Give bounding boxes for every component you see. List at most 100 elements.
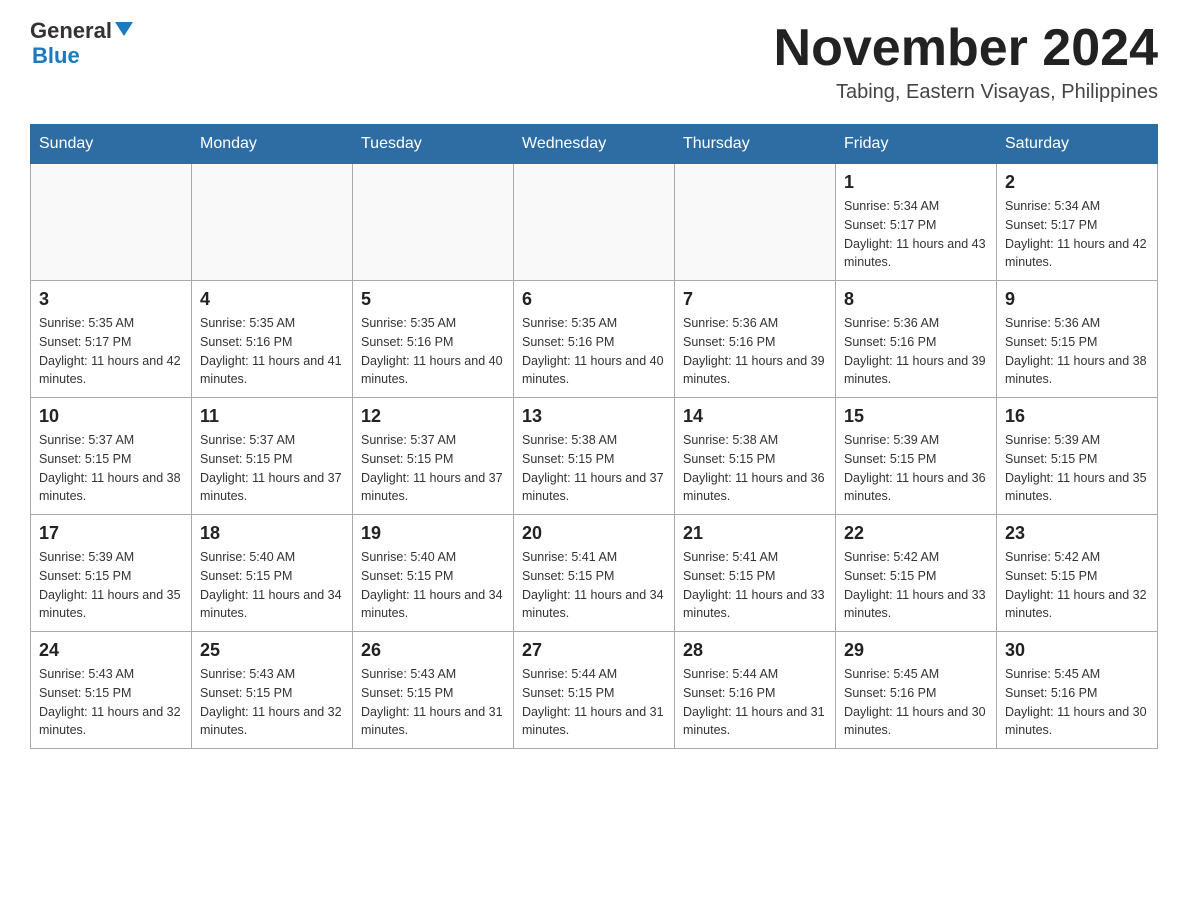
col-tuesday: Tuesday [353,125,514,164]
day-number: 9 [1005,289,1149,310]
calendar-cell: 9 Sunrise: 5:36 AMSunset: 5:15 PMDaylight… [997,281,1158,398]
day-info: Sunrise: 5:39 AMSunset: 5:15 PMDaylight:… [844,431,988,506]
day-number: 27 [522,640,666,661]
day-number: 17 [39,523,183,544]
day-number: 10 [39,406,183,427]
col-sunday: Sunday [31,125,192,164]
col-friday: Friday [836,125,997,164]
day-info: Sunrise: 5:36 AMSunset: 5:15 PMDaylight:… [1005,314,1149,389]
day-number: 24 [39,640,183,661]
calendar-cell: 23 Sunrise: 5:42 AMSunset: 5:15 PMDayligh… [997,515,1158,632]
calendar-cell [31,164,192,281]
logo: General Blue [30,20,133,69]
day-number: 5 [361,289,505,310]
calendar-cell: 21Sunrise: 5:41 AMSunset: 5:15 PMDayligh… [675,515,836,632]
day-info: Sunrise: 5:34 AMSunset: 5:17 PMDaylight:… [844,197,988,272]
day-info: Sunrise: 5:45 AMSunset: 5:16 PMDaylight:… [1005,665,1149,740]
day-info: Sunrise: 5:42 AMSunset: 5:15 PMDaylight:… [1005,548,1149,623]
day-info: Sunrise: 5:43 AMSunset: 5:15 PMDaylight:… [39,665,183,740]
day-number: 14 [683,406,827,427]
calendar-cell: 22 Sunrise: 5:42 AMSunset: 5:15 PMDayligh… [836,515,997,632]
calendar-cell: 25 Sunrise: 5:43 AMSunset: 5:15 PMDayligh… [192,632,353,749]
calendar-cell: 7 Sunrise: 5:36 AMSunset: 5:16 PMDaylight… [675,281,836,398]
calendar-cell: 18 Sunrise: 5:40 AMSunset: 5:15 PMDayligh… [192,515,353,632]
day-info: Sunrise: 5:38 AMSunset: 5:15 PMDaylight:… [683,431,827,506]
day-number: 25 [200,640,344,661]
day-number: 4 [200,289,344,310]
calendar-cell: 13Sunrise: 5:38 AMSunset: 5:15 PMDayligh… [514,398,675,515]
day-info: Sunrise: 5:34 AMSunset: 5:17 PMDaylight:… [1005,197,1149,272]
day-number: 16 [1005,406,1149,427]
calendar-cell: 16Sunrise: 5:39 AMSunset: 5:15 PMDayligh… [997,398,1158,515]
calendar-header-row: Sunday Monday Tuesday Wednesday Thursday… [31,125,1158,164]
calendar-cell: 1 Sunrise: 5:34 AMSunset: 5:17 PMDaylight… [836,164,997,281]
day-number: 18 [200,523,344,544]
day-number: 7 [683,289,827,310]
calendar-cell: 27 Sunrise: 5:44 AMSunset: 5:15 PMDayligh… [514,632,675,749]
day-number: 28 [683,640,827,661]
calendar-cell: 11Sunrise: 5:37 AMSunset: 5:15 PMDayligh… [192,398,353,515]
day-number: 12 [361,406,505,427]
calendar-cell: 8Sunrise: 5:36 AMSunset: 5:16 PMDaylight… [836,281,997,398]
day-info: Sunrise: 5:37 AMSunset: 5:15 PMDaylight:… [200,431,344,506]
calendar-cell: 4Sunrise: 5:35 AMSunset: 5:16 PMDaylight… [192,281,353,398]
day-info: Sunrise: 5:42 AMSunset: 5:15 PMDaylight:… [844,548,988,623]
day-info: Sunrise: 5:44 AMSunset: 5:16 PMDaylight:… [683,665,827,740]
day-info: Sunrise: 5:41 AMSunset: 5:15 PMDaylight:… [522,548,666,623]
day-info: Sunrise: 5:35 AMSunset: 5:17 PMDaylight:… [39,314,183,389]
calendar-cell [675,164,836,281]
calendar-cell: 3Sunrise: 5:35 AMSunset: 5:17 PMDaylight… [31,281,192,398]
day-info: Sunrise: 5:35 AMSunset: 5:16 PMDaylight:… [522,314,666,389]
day-info: Sunrise: 5:40 AMSunset: 5:15 PMDaylight:… [200,548,344,623]
calendar-cell: 15 Sunrise: 5:39 AMSunset: 5:15 PMDayligh… [836,398,997,515]
week-row-5: 24 Sunrise: 5:43 AMSunset: 5:15 PMDayligh… [31,632,1158,749]
calendar-cell [192,164,353,281]
day-number: 21 [683,523,827,544]
calendar-cell [514,164,675,281]
calendar-cell: 17 Sunrise: 5:39 AMSunset: 5:15 PMDayligh… [31,515,192,632]
day-info: Sunrise: 5:36 AMSunset: 5:16 PMDaylight:… [683,314,827,389]
calendar-cell: 10 Sunrise: 5:37 AMSunset: 5:15 PMDayligh… [31,398,192,515]
day-number: 23 [1005,523,1149,544]
col-monday: Monday [192,125,353,164]
day-number: 1 [844,172,988,193]
calendar-cell: 5 Sunrise: 5:35 AMSunset: 5:16 PMDaylight… [353,281,514,398]
calendar-cell: 28 Sunrise: 5:44 AMSunset: 5:16 PMDayligh… [675,632,836,749]
calendar-cell: 29 Sunrise: 5:45 AMSunset: 5:16 PMDayligh… [836,632,997,749]
day-number: 22 [844,523,988,544]
day-info: Sunrise: 5:37 AMSunset: 5:15 PMDaylight:… [361,431,505,506]
day-info: Sunrise: 5:38 AMSunset: 5:15 PMDaylight:… [522,431,666,506]
day-number: 19 [361,523,505,544]
logo-bottom-line: Blue [30,43,80,69]
calendar-table: Sunday Monday Tuesday Wednesday Thursday… [30,124,1158,749]
calendar-cell: 19 Sunrise: 5:40 AMSunset: 5:15 PMDayligh… [353,515,514,632]
day-info: Sunrise: 5:36 AMSunset: 5:16 PMDaylight:… [844,314,988,389]
col-thursday: Thursday [675,125,836,164]
calendar-cell: 26 Sunrise: 5:43 AMSunset: 5:15 PMDayligh… [353,632,514,749]
day-number: 29 [844,640,988,661]
logo-general-text: General [30,18,133,43]
month-title: November 2024 [774,20,1158,77]
day-info: Sunrise: 5:43 AMSunset: 5:15 PMDaylight:… [361,665,505,740]
day-number: 20 [522,523,666,544]
calendar-cell: 12 Sunrise: 5:37 AMSunset: 5:15 PMDayligh… [353,398,514,515]
week-row-1: 1 Sunrise: 5:34 AMSunset: 5:17 PMDaylight… [31,164,1158,281]
calendar-cell: 30Sunrise: 5:45 AMSunset: 5:16 PMDayligh… [997,632,1158,749]
day-number: 15 [844,406,988,427]
title-area: November 2024 Tabing, Eastern Visayas, P… [774,20,1158,104]
col-saturday: Saturday [997,125,1158,164]
day-info: Sunrise: 5:39 AMSunset: 5:15 PMDaylight:… [39,548,183,623]
day-info: Sunrise: 5:35 AMSunset: 5:16 PMDaylight:… [361,314,505,389]
day-info: Sunrise: 5:43 AMSunset: 5:15 PMDaylight:… [200,665,344,740]
day-info: Sunrise: 5:37 AMSunset: 5:15 PMDaylight:… [39,431,183,506]
day-number: 26 [361,640,505,661]
day-number: 6 [522,289,666,310]
logo-triangle-icon [115,22,133,36]
calendar-cell: 6 Sunrise: 5:35 AMSunset: 5:16 PMDaylight… [514,281,675,398]
week-row-4: 17 Sunrise: 5:39 AMSunset: 5:15 PMDayligh… [31,515,1158,632]
calendar-cell: 20 Sunrise: 5:41 AMSunset: 5:15 PMDayligh… [514,515,675,632]
calendar-cell: 24 Sunrise: 5:43 AMSunset: 5:15 PMDayligh… [31,632,192,749]
day-info: Sunrise: 5:45 AMSunset: 5:16 PMDaylight:… [844,665,988,740]
day-info: Sunrise: 5:44 AMSunset: 5:15 PMDaylight:… [522,665,666,740]
day-info: Sunrise: 5:40 AMSunset: 5:15 PMDaylight:… [361,548,505,623]
